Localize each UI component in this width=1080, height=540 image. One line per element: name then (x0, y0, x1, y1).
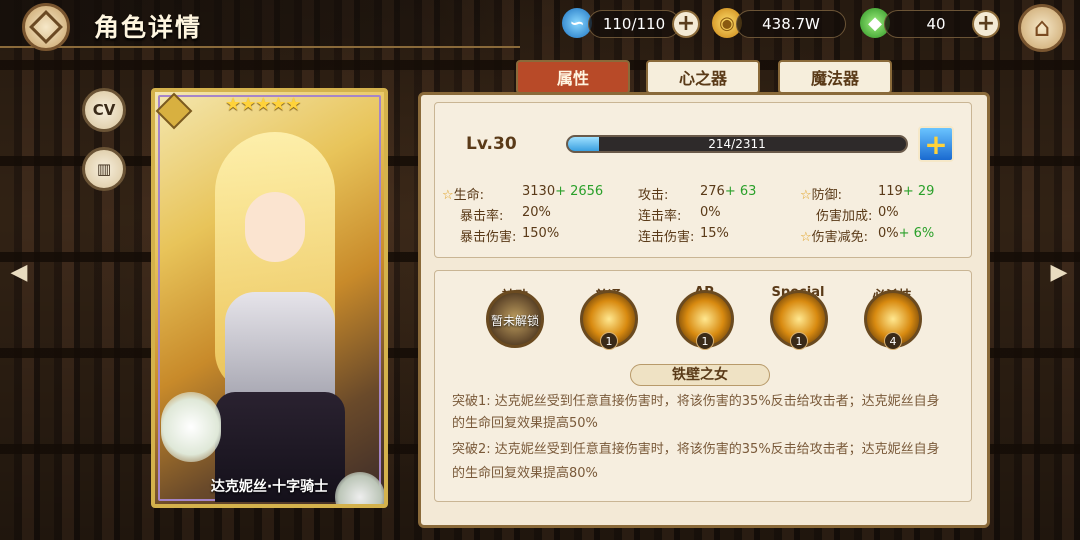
stat-crit-rate: 暴击率: (460, 209, 504, 224)
stamina-value: 110/110 (588, 10, 680, 38)
star-icon: ☆ (800, 188, 812, 203)
tab-attributes[interactable]: 属性 (516, 60, 630, 94)
stat-combo-rate-value: 0% (700, 205, 721, 220)
skill-desc-line: 的生命回复效果提高80% (452, 466, 598, 481)
skill-desc-line: 的生命回复效果提高50% (452, 416, 598, 431)
rarity-stars: ★★★★★ (225, 94, 302, 115)
stat-damage-reduction: ☆伤害减免: (800, 230, 869, 245)
stat-attack: 攻击: (638, 188, 669, 203)
stat-defense: ☆防御: (800, 188, 843, 203)
star-icon: ☆ (442, 188, 454, 203)
exp-text: 214/2311 (708, 137, 766, 151)
level-label: Lv.30 (466, 134, 517, 154)
tab-magic-device[interactable]: 魔法器 (778, 60, 892, 94)
page-title: 角色详情 (94, 13, 203, 42)
skill-special-level: 1 (790, 332, 808, 350)
story-book-button[interactable]: ▥ (82, 147, 126, 191)
star-icon: ☆ (800, 230, 812, 245)
skill-desc-line: 突破1: 达克妮丝受到任意直接伤害时，将该伤害的35%反击给攻击者；达克妮丝自身 (452, 394, 940, 409)
character-name: 达克妮丝·十字骑士 (210, 479, 329, 495)
chevron-right-icon: ▶ (1050, 259, 1068, 285)
level-up-button[interactable]: + (918, 126, 954, 162)
character-card: ★★★★★ 达克妮丝·十字骑士 (151, 88, 388, 508)
add-stamina-button[interactable]: + (672, 10, 700, 38)
stat-damage-bonus: 伤害加成: (816, 209, 873, 224)
stat-crit-damage: 暴击伤害: (460, 230, 517, 245)
element-gem-icon (155, 92, 193, 130)
stat-crit-damage-value: 150% (522, 226, 560, 241)
top-bar (0, 0, 520, 48)
skill-ultimate-level: 4 (884, 332, 902, 350)
cv-label: CV (92, 101, 116, 119)
stat-combo-damage-value: 15% (700, 226, 729, 241)
stat-crit-rate-value: 20% (522, 205, 551, 220)
chevron-left-icon: ◀ (10, 259, 28, 285)
book-icon: ▥ (96, 160, 112, 178)
home-icon: ⌂ (1033, 13, 1051, 43)
stat-defense-value: 119+ 29 (878, 184, 935, 199)
stat-attack-value: 276+ 63 (700, 184, 757, 199)
stat-combo-damage: 连击伤害: (638, 230, 695, 245)
cv-button[interactable]: CV (82, 88, 126, 132)
tab-heart-device[interactable]: 心之器 (646, 60, 760, 94)
skill-locked-text: 暂未解锁 (490, 314, 539, 328)
stat-damage-reduction-value: 0%+ 6% (878, 226, 935, 241)
skill-name: 铁壁之女 (630, 364, 770, 386)
stat-hp: ☆生命: (442, 188, 485, 203)
skill-desc-line: 突破2: 达克妮丝受到任意直接伤害时，将该伤害的35%反击给攻击者；达克妮丝自身 (452, 442, 940, 457)
stat-damage-bonus-value: 0% (878, 205, 899, 220)
skill-ap-level: 1 (696, 332, 714, 350)
add-gem-button[interactable]: + (972, 10, 1000, 38)
skill-normal-level: 1 (600, 332, 618, 350)
back-button[interactable] (22, 3, 70, 51)
exp-bar: 214/2311 (566, 135, 908, 153)
next-character-arrow[interactable]: ▶ (1044, 257, 1074, 287)
gold-value: 438.7W (736, 10, 846, 38)
prev-character-arrow[interactable]: ◀ (4, 257, 34, 287)
stat-combo-rate: 连击率: (638, 209, 682, 224)
stat-hp-value: 3130+ 2656 (522, 184, 604, 199)
home-button[interactable]: ⌂ (1018, 4, 1066, 52)
